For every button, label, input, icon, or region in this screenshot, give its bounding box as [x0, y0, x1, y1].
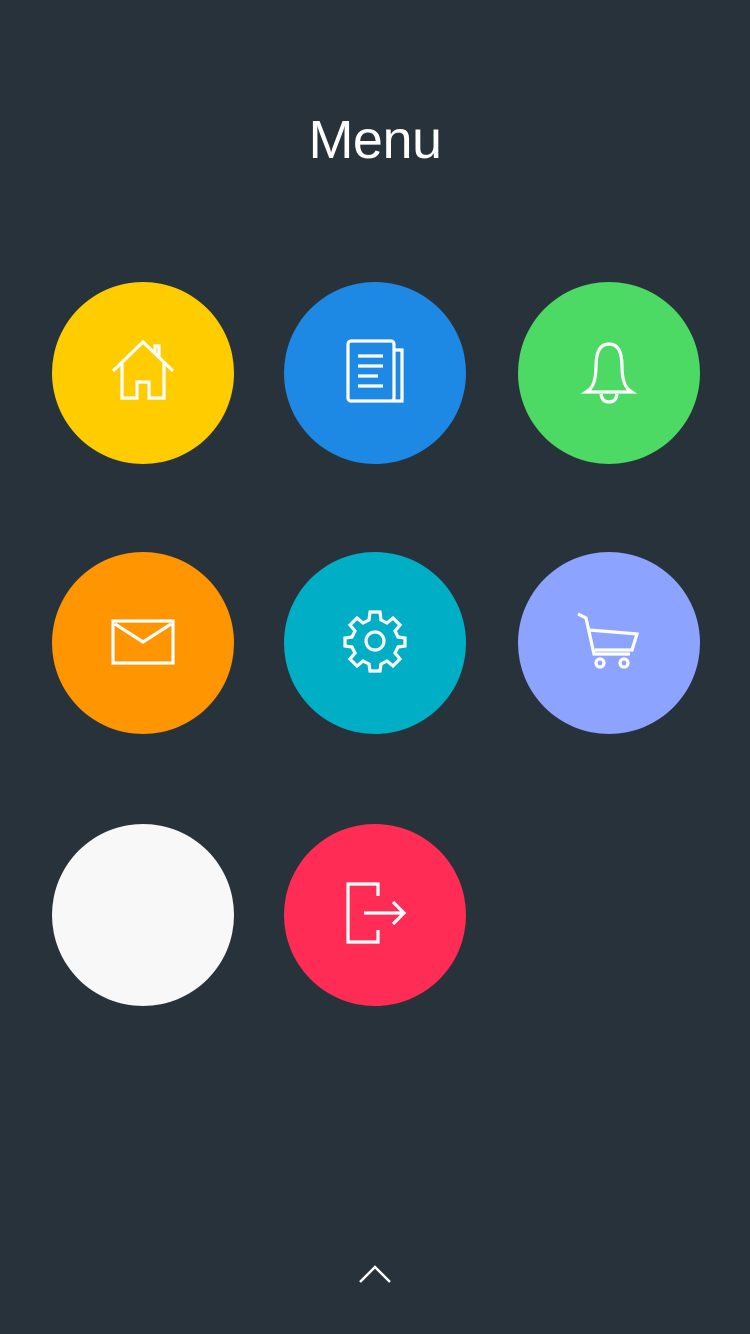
- home-button[interactable]: [52, 282, 234, 464]
- logout-button[interactable]: [284, 824, 466, 1006]
- envelope-icon: [110, 608, 176, 679]
- page-title: Menu: [308, 110, 442, 170]
- newspaper-icon: [342, 338, 408, 409]
- collapse-menu-button[interactable]: [343, 1252, 407, 1300]
- logout-icon: [342, 880, 408, 951]
- settings-button[interactable]: [284, 552, 466, 734]
- cart-button[interactable]: [518, 552, 700, 734]
- mail-button[interactable]: [52, 552, 234, 734]
- gear-icon: [342, 608, 408, 679]
- home-icon: [110, 338, 176, 409]
- chevron-up-icon: [358, 1264, 392, 1289]
- news-button[interactable]: [284, 282, 466, 464]
- bell-icon: [576, 338, 642, 409]
- notifications-button[interactable]: [518, 282, 700, 464]
- shopping-cart-icon: [576, 608, 642, 679]
- blank-button[interactable]: [52, 824, 234, 1006]
